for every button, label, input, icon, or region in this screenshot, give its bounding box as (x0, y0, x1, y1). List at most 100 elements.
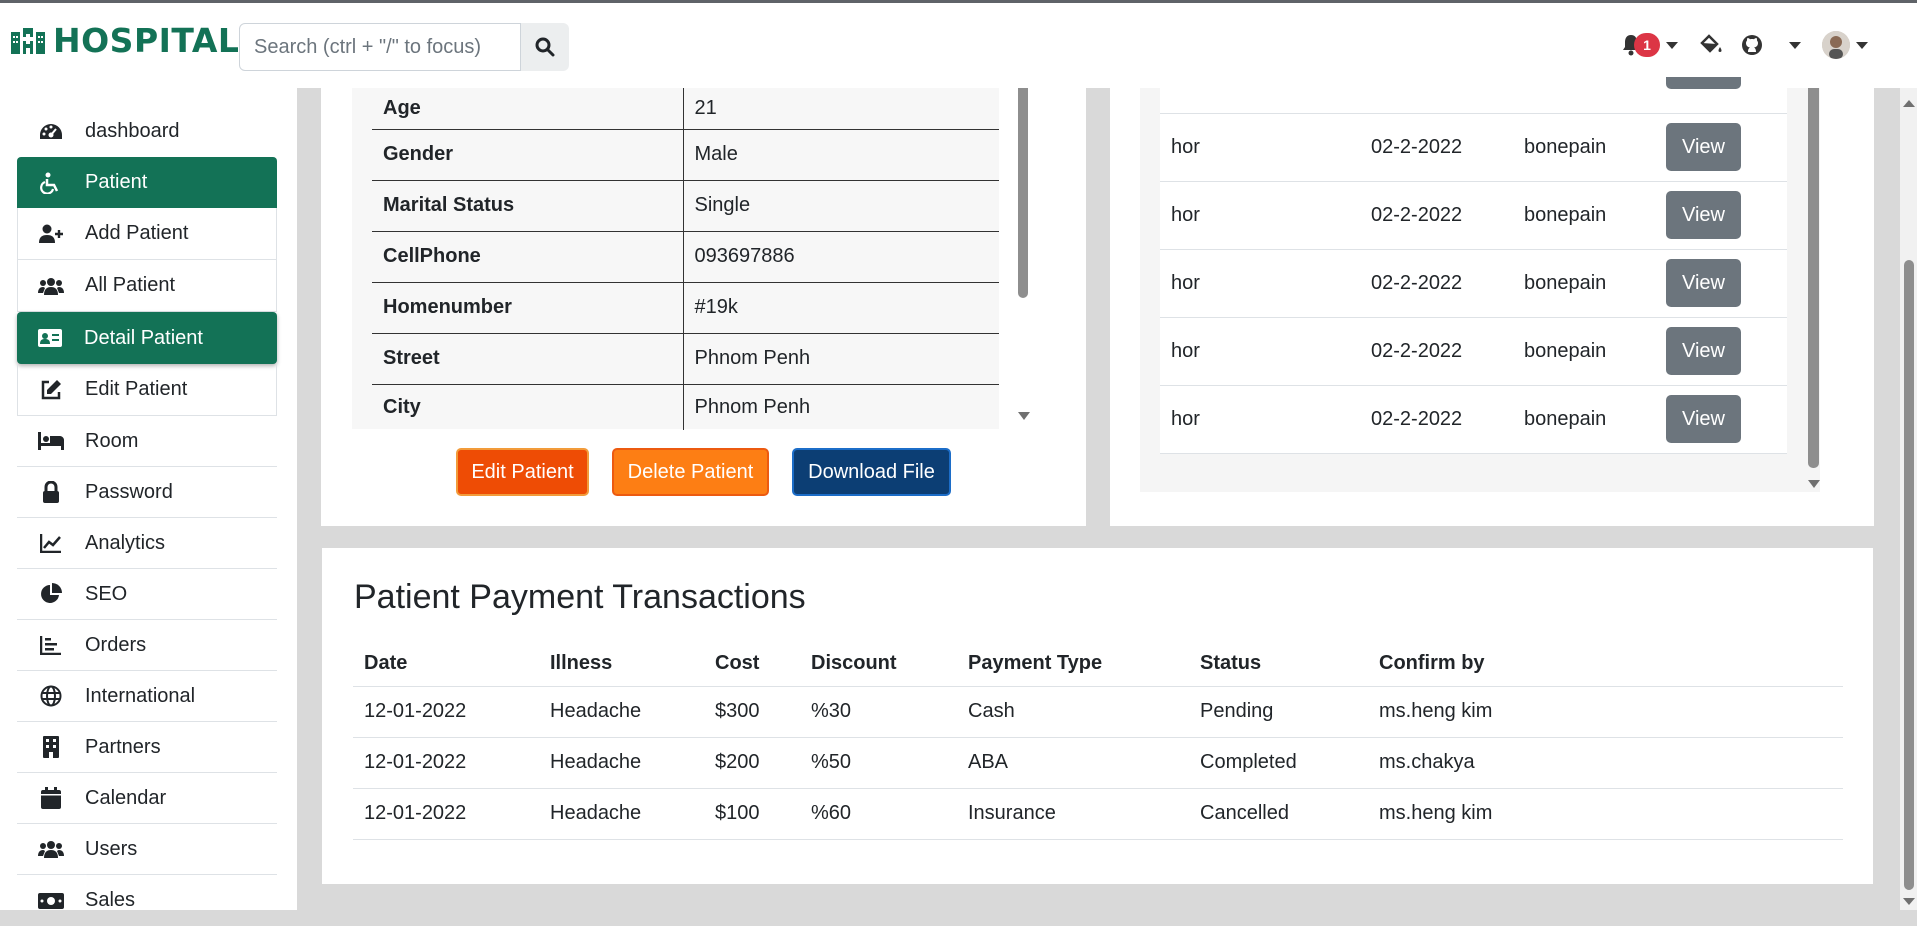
download-file-button[interactable]: Download File (792, 448, 951, 496)
nav-actions: 1 (1622, 31, 1868, 59)
lock-icon (38, 481, 64, 503)
detail-value: 21 (683, 88, 999, 130)
table-cell: $200 (704, 737, 800, 789)
table-row: 12-01-2022 Headache $100 %60 Insurance Cancel… (353, 788, 1843, 840)
patient-detail-card: Age 21 Gender Male Marital Status Single CellP… (321, 88, 1086, 526)
github-dropdown[interactable] (1741, 34, 1801, 56)
sidebar-item-label: Calendar (85, 786, 167, 809)
users-icon (38, 275, 64, 297)
table-row: Marital Status Single (372, 180, 999, 232)
table-header-row: Date Illness Cost Discount Payment Type Statu… (353, 642, 1843, 687)
patient-visits-card: hor 02-2-2022 bonepain View hor 02-2-2022 bone… (1110, 76, 1874, 526)
search-icon (535, 37, 555, 57)
sidebar-item-orders[interactable]: Orders (17, 620, 277, 671)
view-button[interactable] (1666, 76, 1741, 89)
sidebar-item-label: Orders (85, 633, 147, 656)
table-cell: Headache (539, 788, 704, 840)
sidebar-item-label: dashboard (85, 120, 180, 142)
notification-badge: 1 (1634, 33, 1660, 57)
visit-date: 02-2-2022 (1360, 317, 1513, 386)
table-cell: Pending (1189, 686, 1368, 738)
table-row: 12-01-2022 Headache $200 %50 ABA Completed ms.… (353, 737, 1843, 789)
sidebar-item-password[interactable]: Password (17, 467, 277, 518)
table-cell: $300 (704, 686, 800, 738)
page-scrollbar-thumb[interactable] (1904, 260, 1914, 890)
chevron-down-icon (1856, 41, 1868, 49)
scroll-up-arrow-icon[interactable] (1903, 100, 1915, 107)
notifications-dropdown[interactable]: 1 (1622, 33, 1678, 57)
table-cell: %50 (800, 737, 957, 789)
detail-key: City (372, 384, 684, 430)
sidebar-item-dashboard[interactable]: dashboard (17, 106, 277, 157)
theme-button[interactable] (1699, 34, 1723, 56)
sidebar-item-label: Add Patient (85, 222, 189, 244)
sidebar-item-detail-patient[interactable]: Detail Patient (17, 312, 277, 364)
view-button[interactable]: View (1666, 395, 1741, 443)
visit-name: hor (1160, 249, 1360, 318)
table-cell: ABA (957, 737, 1189, 789)
table-row: City Phnom Penh (372, 384, 999, 430)
scroll-down-arrow-icon[interactable] (1808, 480, 1820, 488)
sidebar-item-label: Patient (85, 171, 148, 193)
visits-scrollbar-thumb[interactable] (1808, 88, 1819, 468)
view-button[interactable]: View (1666, 327, 1741, 375)
sidebar-item-room[interactable]: Room (17, 416, 277, 467)
sidebar-item-sales[interactable]: Sales (17, 875, 277, 926)
avatar (1822, 31, 1850, 59)
bed-icon (38, 430, 64, 452)
table-row: hor 02-2-2022 bonepain View (1160, 181, 1787, 250)
sidebar-item-label: International (85, 684, 196, 707)
table-header-cell: Date (353, 642, 539, 687)
table-header-cell: Payment Type (957, 642, 1189, 687)
table-cell: ms.heng kim (1368, 788, 1843, 840)
view-button[interactable]: View (1666, 191, 1741, 239)
user-menu[interactable] (1822, 31, 1868, 59)
sidebar-item-label: SEO (85, 582, 128, 605)
detail-key: Age (372, 88, 684, 130)
payments-table: Date Illness Cost Discount Payment Type Statu… (353, 642, 1843, 840)
sidebar-item-analytics[interactable]: Analytics (17, 518, 277, 569)
id-card-icon (37, 327, 63, 349)
table-cell: ms.chakya (1368, 737, 1843, 789)
sidebar-item-edit-patient[interactable]: Edit Patient (17, 364, 277, 416)
search-button[interactable] (521, 23, 569, 71)
sidebar-item-partners[interactable]: Partners (17, 722, 277, 773)
detail-value: Male (683, 129, 999, 181)
visit-illness: bonepain (1513, 181, 1655, 250)
view-button[interactable]: View (1666, 259, 1741, 307)
visit-illness: bonepain (1513, 249, 1655, 318)
visit-action-cell: View (1655, 181, 1787, 250)
table-header-cell: Status (1189, 642, 1368, 687)
sidebar-item-users[interactable]: Users (17, 824, 277, 875)
table-row: hor 02-2-2022 bonepain View (1160, 249, 1787, 318)
table-spacer (1160, 453, 1787, 487)
hospital-logo-icon (11, 27, 45, 54)
dashboard-icon (38, 121, 64, 143)
search-input[interactable] (239, 23, 521, 71)
visits-scroll-area[interactable]: hor 02-2-2022 bonepain View hor 02-2-2022 bone… (1140, 76, 1820, 492)
visit-date: 02-2-2022 (1360, 113, 1513, 182)
table-row: hor 02-2-2022 bonepain View (1160, 385, 1787, 454)
detail-scrollbar-thumb[interactable] (1018, 88, 1028, 298)
sidebar-item-seo[interactable]: SEO (17, 569, 277, 620)
scroll-down-arrow-icon[interactable] (1903, 898, 1915, 905)
table-row: Age 21 (372, 88, 999, 130)
page-scrollbar[interactable] (1900, 88, 1917, 910)
sidebar-item-all-patient[interactable]: All Patient (17, 260, 277, 312)
table-cell: %30 (800, 686, 957, 738)
view-button[interactable]: View (1666, 123, 1741, 171)
sidebar-item-calendar[interactable]: Calendar (17, 773, 277, 824)
delete-patient-button[interactable]: Delete Patient (612, 448, 769, 496)
sidebar-item-international[interactable]: International (17, 671, 277, 722)
edit-patient-button[interactable]: Edit Patient (456, 448, 589, 496)
patient-detail-scroll-area[interactable]: Age 21 Gender Male Marital Status Single CellP… (352, 88, 999, 430)
visit-name: hor (1160, 317, 1360, 386)
brand[interactable]: HOSPITAL (11, 21, 239, 60)
scroll-down-arrow-icon[interactable] (1018, 412, 1030, 420)
table-row: CellPhone 093697886 (372, 231, 999, 283)
visit-illness: bonepain (1513, 385, 1655, 454)
detail-value: #19k (683, 282, 999, 334)
sidebar-item-add-patient[interactable]: Add Patient (17, 208, 277, 260)
globe-icon (38, 685, 64, 707)
sidebar-item-patient[interactable]: Patient (17, 157, 277, 208)
